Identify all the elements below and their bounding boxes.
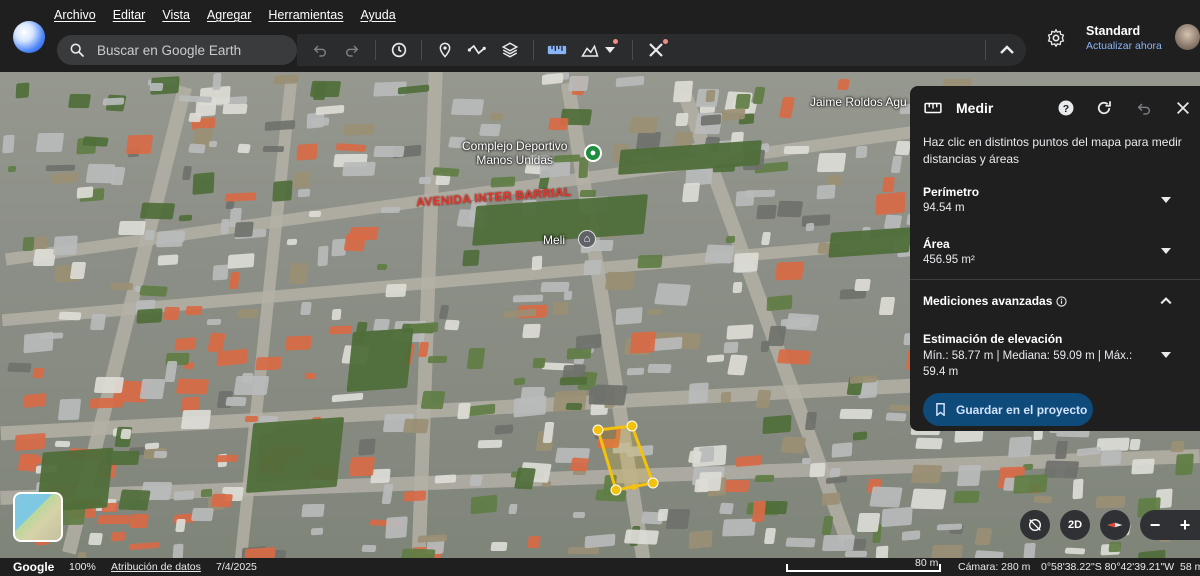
avatar[interactable] — [1175, 24, 1200, 50]
zoom-in-icon[interactable]: + — [1180, 515, 1191, 536]
perimeter-label: Perímetro — [923, 185, 980, 199]
area-unit-dropdown[interactable] — [1159, 244, 1173, 258]
layers-icon[interactable] — [498, 38, 522, 62]
data-attribution-link[interactable]: Atribución de datos — [111, 561, 201, 573]
elevation-estimate-label: Estimación de elevación — [923, 332, 1063, 346]
reset-icon[interactable] — [1094, 98, 1114, 118]
polygon-vertex[interactable] — [647, 477, 659, 489]
collapse-icon[interactable] — [995, 38, 1019, 62]
search-icon — [70, 43, 84, 57]
cursor-elevation: 58 m — [1180, 561, 1200, 573]
menu-editar[interactable]: Editar — [113, 8, 146, 22]
chevron-up-icon[interactable] — [1159, 294, 1173, 308]
cursor-coordinates: 0°58'38.22"S 80°42'39.21"W — [1041, 561, 1175, 573]
toolbar-divider — [421, 40, 422, 60]
place-label-complejo[interactable]: Complejo Deportivo Manos Unidas — [462, 139, 567, 167]
zoom-level: 100% — [69, 561, 96, 573]
undo-icon[interactable] — [308, 38, 332, 62]
elevation-estimate-value: Mín.: 58.77 m | Mediana: 59.09 m | Máx.:… — [923, 350, 1133, 378]
top-toolbar: Archivo Editar Vista Agregar Herramienta… — [0, 0, 1200, 72]
scale-bar-tick — [786, 564, 788, 572]
info-icon[interactable] — [1056, 295, 1068, 307]
place-pin-icon[interactable]: ● — [584, 144, 602, 162]
update-link[interactable]: Actualizar ahora — [1086, 40, 1162, 52]
panel-title: Medir — [956, 100, 994, 116]
place-label-meli[interactable]: Meli — [543, 233, 565, 247]
area-label: Área — [923, 237, 950, 251]
compass-icon[interactable] — [1100, 510, 1130, 540]
scale-bar-tick — [939, 564, 941, 572]
path-icon[interactable] — [465, 38, 489, 62]
toolbar-divider — [375, 40, 376, 60]
placemark-icon[interactable] — [433, 38, 457, 62]
camera-altitude: Cámara: 280 m — [958, 561, 1031, 573]
polygon-vertex[interactable] — [592, 424, 604, 436]
time-history-icon[interactable] — [387, 38, 411, 62]
save-to-project-label: Guardar en el proyecto — [956, 402, 1088, 417]
search-box[interactable] — [57, 35, 297, 65]
polygon-midpoint[interactable] — [631, 484, 637, 490]
zoom-controls: − + — [1140, 510, 1200, 540]
undo-icon[interactable] — [1134, 98, 1154, 118]
perimeter-value: 94.54 m — [923, 202, 965, 214]
zoom-out-icon[interactable]: − — [1150, 515, 1161, 536]
caret-down-icon[interactable] — [598, 38, 622, 62]
gear-icon[interactable] — [1045, 27, 1067, 49]
scale-label: 80 m — [915, 557, 939, 569]
ruler-icon[interactable] — [545, 38, 569, 62]
status-bar: Google 100% Atribución de datos 7/4/2025… — [0, 557, 1200, 576]
menu-vista[interactable]: Vista — [162, 8, 190, 22]
bookmark-icon — [936, 403, 945, 416]
panel-divider — [910, 279, 1200, 280]
save-to-project-button[interactable]: Guardar en el proyecto — [923, 393, 1093, 426]
help-icon[interactable]: ? — [1056, 98, 1076, 118]
toolbar-divider — [533, 40, 534, 60]
scale-bar — [786, 570, 940, 572]
polygon-vertex[interactable] — [610, 484, 622, 496]
search-input[interactable] — [97, 42, 277, 58]
google-brand: Google — [13, 560, 55, 574]
2d-toggle-button[interactable]: 2D — [1060, 510, 1090, 540]
google-earth-logo[interactable] — [13, 21, 45, 53]
panel-description: Haz clic en distintos puntos del mapa pa… — [923, 135, 1182, 166]
toolbar-divider — [985, 40, 986, 60]
notification-dot — [663, 39, 668, 44]
menu-agregar[interactable]: Agregar — [207, 8, 251, 22]
menu-archivo[interactable]: Archivo — [54, 8, 96, 22]
menu-ayuda[interactable]: Ayuda — [360, 8, 395, 22]
imagery-date: 7/4/2025 — [216, 561, 257, 573]
measure-panel: Medir ? Haz clic en distintos puntos del… — [910, 86, 1200, 431]
perimeter-unit-dropdown[interactable] — [1159, 193, 1173, 207]
svg-text:?: ? — [1063, 103, 1069, 115]
menu-herramientas[interactable]: Herramientas — [268, 8, 343, 22]
area-value: 456.95 m² — [923, 254, 975, 266]
advanced-measurements-label: Mediciones avanzadas — [923, 294, 1053, 308]
minimap-thumbnail[interactable] — [13, 492, 63, 542]
menu-bar: Archivo Editar Vista Agregar Herramienta… — [54, 8, 413, 22]
place-label-jaime-roldos[interactable]: Jaime Roldos Agu — [810, 95, 907, 109]
elevation-unit-dropdown[interactable] — [1159, 348, 1173, 362]
ruler-icon — [923, 98, 943, 118]
store-pin-icon[interactable]: ⌂ — [578, 230, 596, 248]
redo-icon[interactable] — [340, 38, 364, 62]
advanced-measurements-header[interactable]: Mediciones avanzadas — [923, 294, 1068, 308]
account-plan-name: Standard — [1086, 24, 1141, 38]
compass-reset-icon[interactable] — [1020, 510, 1050, 540]
polygon-vertex[interactable] — [626, 420, 638, 432]
toolbar-divider — [632, 40, 633, 60]
close-icon[interactable] — [1173, 98, 1193, 118]
